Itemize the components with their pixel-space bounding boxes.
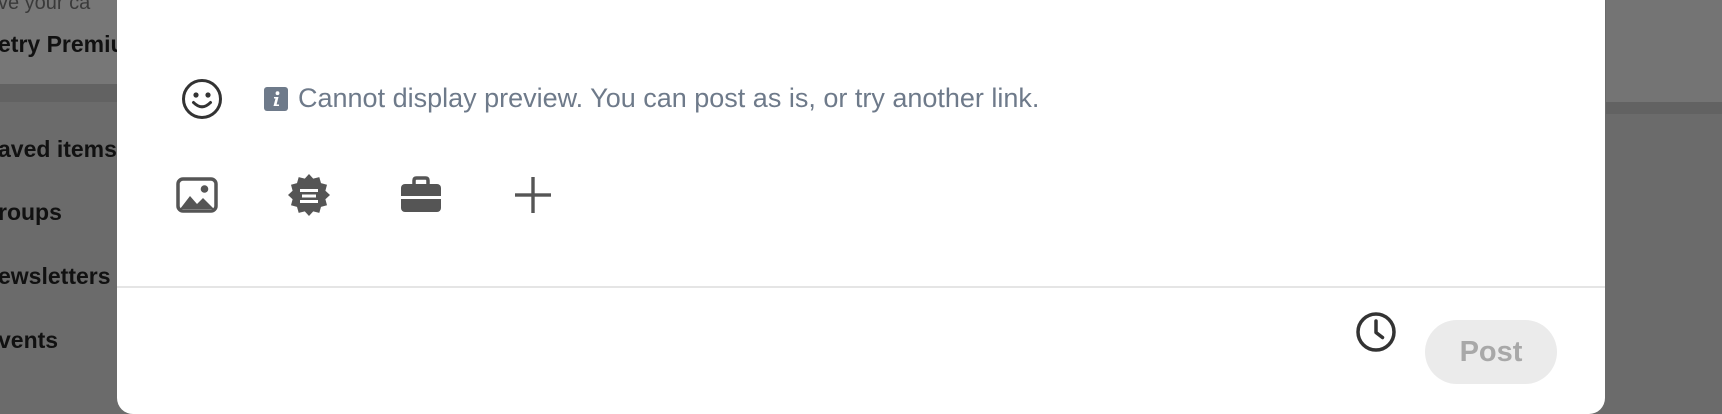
emoji-button[interactable]: [177, 74, 227, 124]
add-media-button[interactable]: [173, 171, 221, 219]
background-divider: [0, 84, 120, 102]
footer-divider: [117, 286, 1605, 288]
info-icon: [264, 86, 288, 111]
schedule-post-button[interactable]: [1352, 308, 1400, 356]
smiley-icon: [182, 79, 222, 119]
image-icon: [176, 177, 218, 213]
celebrate-button[interactable]: [285, 171, 333, 219]
post-composer-modal: Cannot display preview. You can post as …: [117, 0, 1605, 414]
plus-icon: [515, 177, 551, 213]
composer-toolbar: [173, 171, 621, 219]
background-sidebar-groups: roups: [0, 199, 62, 225]
post-button[interactable]: Post: [1425, 320, 1557, 384]
link-preview-notice: Cannot display preview. You can post as …: [264, 83, 1039, 114]
preview-message: Cannot display preview. You can post as …: [298, 83, 1040, 113]
background-divider: [1606, 102, 1722, 114]
more-options-button[interactable]: [509, 171, 557, 219]
briefcase-icon: [401, 176, 441, 212]
clock-icon: [1356, 312, 1396, 352]
background-sidebar-newsletters: ewsletters: [0, 263, 111, 289]
background-sidebar-saved-items: aved items: [0, 136, 117, 162]
job-post-button[interactable]: [397, 171, 445, 219]
background-right-panel: [1606, 0, 1722, 102]
celebrate-badge-icon: [288, 174, 330, 216]
background-premium-caption: ve your ca: [0, 0, 91, 14]
background-premium-link: etry Premiu: [0, 31, 125, 57]
background-sidebar-events: vents: [0, 327, 59, 353]
